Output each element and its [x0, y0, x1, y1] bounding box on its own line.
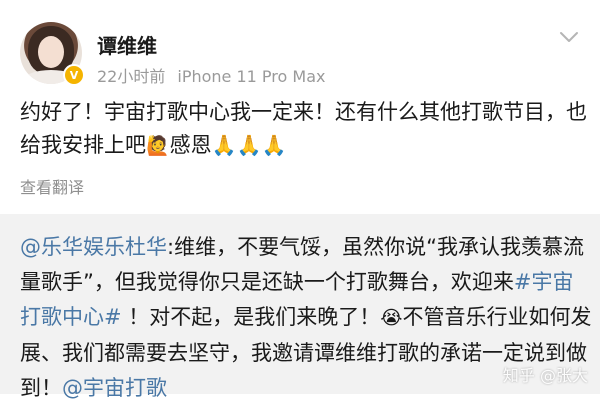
post-text: 约好了！宇宙打歌中心我一定来！还有什么其他打歌节目，也给我安排上吧🙋感恩🙏🙏🙏 — [20, 96, 590, 163]
view-translation-link[interactable]: 查看翻译 — [20, 174, 84, 198]
person-raising-hand-emoji: 🙋 — [146, 135, 170, 157]
repost-text-part-2: ！对不起，是我们来晚了！ — [121, 305, 381, 329]
username[interactable]: 谭维维 — [97, 30, 157, 59]
zhihu-watermark: 知乎 @张大 — [502, 366, 588, 385]
post-text-thanks: 感恩 — [169, 133, 212, 157]
weibo-post: V 谭维维 22小时前 iPhone 11 Pro Max 约好了！宇宙打歌中心我… — [0, 0, 600, 214]
verified-badge-icon: V — [63, 64, 85, 86]
post-text-main: 约好了！宇宙打歌中心我一定来！还有什么其他打歌节目，也给我安排上吧 — [20, 100, 587, 157]
post-time: 22小时前 — [97, 67, 166, 86]
chevron-down-icon[interactable] — [558, 30, 580, 44]
post-device: iPhone 11 Pro Max — [177, 67, 326, 86]
post-meta: 22小时前 iPhone 11 Pro Max — [97, 63, 325, 87]
reposted-content: @乐华娱乐杜华:维维，不要气馁，虽然你说“我承认我羡慕流量歌手”，但我觉得你只是… — [0, 214, 600, 400]
trailing-mention-link[interactable]: @宇宙打歌 — [62, 376, 167, 400]
mention-link[interactable]: @乐华娱乐杜华 — [20, 235, 167, 259]
crying-face-emoji: 😭 — [380, 307, 403, 329]
praying-hands-emojis: 🙏🙏🙏 — [211, 133, 287, 157]
avatar-face — [38, 36, 64, 68]
